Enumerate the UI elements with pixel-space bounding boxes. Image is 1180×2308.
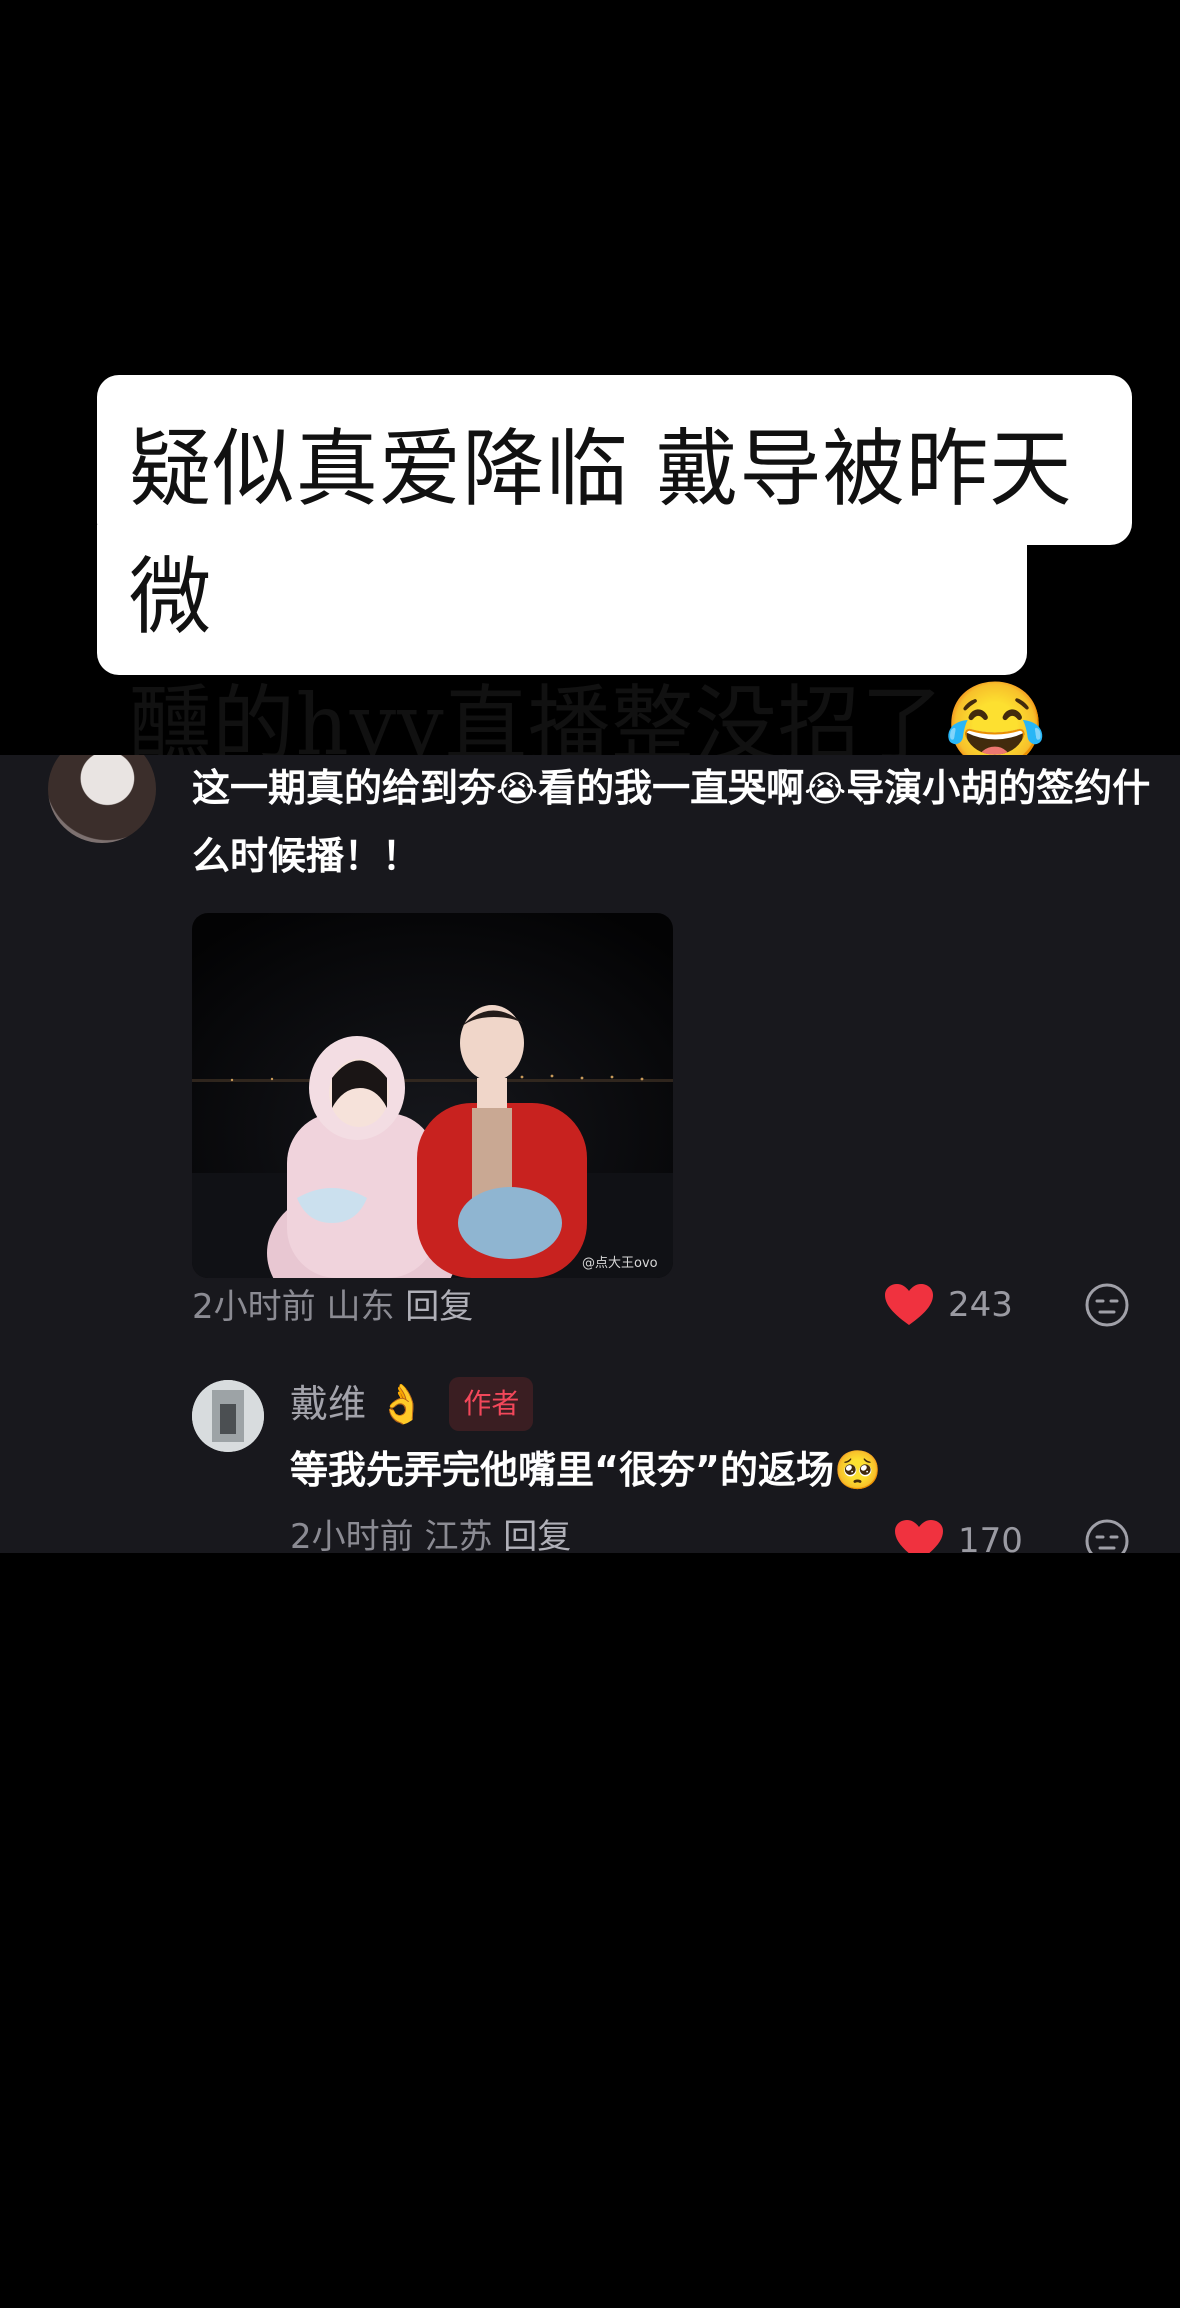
author-badge: 作者 — [449, 1377, 534, 1431]
comment-text-part-1: 这一期真的给到夯 — [192, 766, 497, 810]
like-count: 243 — [948, 1285, 1013, 1325]
heart-icon — [885, 1284, 933, 1325]
reply-author-name[interactable]: 戴维 — [290, 1379, 366, 1429]
crying-emoji-icon: 😭 — [804, 769, 847, 810]
comment-text-part-2: 看的我一直哭啊 — [538, 766, 805, 810]
reply-reply-button[interactable]: 回复 — [503, 1517, 571, 1553]
photo-watermark: @点大王ovo — [582, 1256, 658, 1271]
comment-location: 山东 — [326, 1287, 395, 1327]
comment-meta: 2小时前 山东 回复 — [192, 1285, 473, 1329]
comment-panel: 这一期真的给到夯😭看的我一直哭啊😭导演小胡的签约什么时候播！！ @点大王ovo … — [0, 755, 1180, 1553]
comment-time: 2小时前 — [192, 1287, 316, 1327]
reply-author-row: 戴维 👌 作者 — [290, 1377, 534, 1431]
like-button[interactable]: 243 — [884, 1277, 1013, 1333]
caption-line-1: 疑似真爱降临 戴导被昨天微 — [129, 420, 1073, 646]
ok-hand-emoji-icon: 👌 — [378, 1382, 426, 1426]
reply-like-button[interactable]: 170 — [894, 1513, 1023, 1553]
reply-button[interactable]: 回复 — [405, 1287, 473, 1327]
reply-meta: 2小时前 江苏 回复 — [290, 1515, 571, 1553]
reply-author-avatar[interactable] — [192, 1380, 264, 1452]
reply-dislike-face-icon[interactable] — [1084, 1518, 1130, 1553]
caption-bubble: 疑似真爱降临 戴导被昨天微 醺的hyy直播整没招了😂 — [97, 375, 1132, 774]
reply-like-count: 170 — [958, 1521, 1023, 1553]
reply-text-body: 等我先弄完他嘴里“很夯”的返场 — [290, 1448, 834, 1492]
crying-emoji-icon: 😭 — [496, 769, 539, 810]
caption-text: 疑似真爱降临 戴导被昨天微 醺的hyy直播整没招了😂 — [129, 405, 1099, 789]
pleading-emoji-icon: 🥺 — [833, 1448, 882, 1492]
reply-location: 江苏 — [424, 1517, 493, 1553]
dislike-face-icon[interactable] — [1084, 1282, 1130, 1328]
comment-text: 这一期真的给到夯😭看的我一直哭啊😭导演小胡的签约什么时候播！！ — [192, 755, 1152, 889]
reply-time: 2小时前 — [290, 1517, 414, 1553]
heart-icon — [895, 1520, 943, 1553]
commenter-avatar[interactable] — [48, 755, 156, 843]
comment-photo[interactable]: @点大王ovo — [192, 913, 673, 1278]
reply-text: 等我先弄完他嘴里“很夯”的返场🥺 — [290, 1445, 881, 1495]
